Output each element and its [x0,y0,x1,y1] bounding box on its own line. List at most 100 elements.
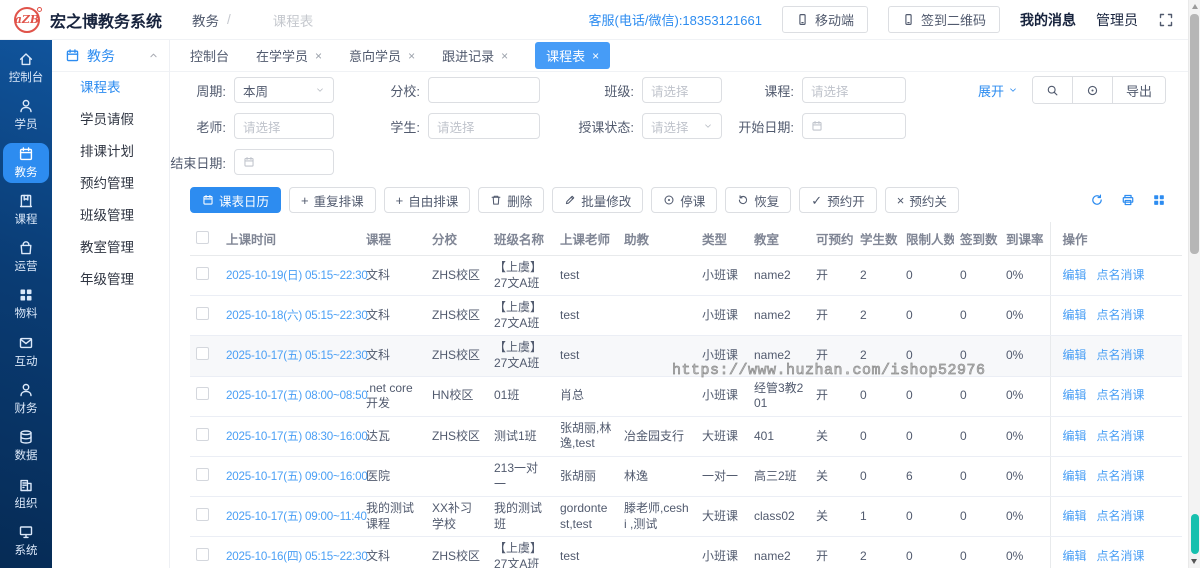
tab-dashboard[interactable]: 控制台 [190,46,229,65]
period-select[interactable]: 本周 [234,77,334,103]
fullscreen-icon[interactable] [1158,12,1174,28]
vertical-scrollbar[interactable] [1188,0,1200,568]
lesson-time-link[interactable]: 2025-10-17(五) 05:15~22:30 [226,349,368,362]
course-input[interactable]: 请选择 [802,77,906,103]
rollcall-link[interactable]: 点名消课 [1097,268,1145,282]
rail-item-academic[interactable]: 教务 [3,142,49,183]
teacher-input[interactable]: 请选择 [234,113,334,139]
export-button[interactable]: 导出 [1111,77,1165,103]
submenu-item-lesson-plan[interactable]: 排课计划 [52,136,169,168]
lesson-time-link[interactable]: 2025-10-17(五) 08:30~16:00 [226,430,368,443]
row-checkbox[interactable] [196,347,209,361]
rail-item-dashboard[interactable]: 控制台 [3,48,49,88]
rail-item-interaction[interactable]: 互动 [3,332,49,372]
row-checkbox[interactable] [196,467,209,481]
suspend-button[interactable]: 停课 [651,187,718,213]
tab-prospect-students[interactable]: 意向学员 × [349,46,415,65]
mobile-app-button[interactable]: 移动端 [781,6,868,33]
my-messages-link[interactable]: 我的消息 [1020,10,1076,30]
calendar-view-button[interactable]: 课表日历 [190,187,282,213]
row-checkbox[interactable] [196,507,209,521]
expand-filters-link[interactable]: 展开 [978,81,1018,100]
breadcrumb-item[interactable]: 课程表 [273,10,314,30]
rail-item-operation[interactable]: 运营 [3,237,49,277]
edit-link[interactable]: 编辑 [1063,469,1087,483]
tab-schedule[interactable]: 课程表 × [535,42,611,69]
rollcall-link[interactable]: 点名消课 [1097,388,1145,402]
restore-button[interactable]: 恢复 [725,187,792,213]
booking-on-button[interactable]: ✓ 预约开 [799,187,877,213]
signin-qrcode-button[interactable]: 签到二维码 [887,6,1000,33]
teach-status-select[interactable]: 请选择 [642,113,722,139]
close-icon[interactable]: × [501,50,508,62]
close-icon[interactable]: × [315,50,322,62]
close-icon[interactable]: × [592,50,599,62]
grid4-icon[interactable] [1152,193,1166,207]
class-input[interactable]: 请选择 [642,77,722,103]
close-icon[interactable]: × [408,50,415,62]
lesson-time-link[interactable]: 2025-10-19(日) 05:15~22:30 [226,269,368,282]
free-schedule-button[interactable]: + 自由排课 [383,187,471,213]
start-date-input[interactable] [802,113,906,139]
lesson-time-link[interactable]: 2025-10-17(五) 08:00~08:50 [226,389,368,402]
support-contact-link[interactable]: 客服(电话/微信):18353121661 [589,10,762,29]
end-date-input[interactable] [234,149,334,175]
breadcrumb-item[interactable]: 教务 [192,10,219,30]
scrollbar-thumb[interactable] [1190,14,1199,254]
row-checkbox[interactable] [196,548,209,562]
repeat-schedule-button[interactable]: + 重复排课 [289,187,376,213]
rollcall-link[interactable]: 点名消课 [1097,549,1145,563]
submenu-item-class-mgmt[interactable]: 班级管理 [52,200,169,232]
row-checkbox[interactable] [196,427,209,441]
rail-item-system[interactable]: 系统 [3,521,49,561]
tab-follow-records[interactable]: 跟进记录 × [442,46,508,65]
rollcall-link[interactable]: 点名消课 [1097,469,1145,483]
rollcall-link[interactable]: 点名消课 [1097,429,1145,443]
printer-icon[interactable] [1121,193,1135,207]
row-checkbox[interactable] [196,387,209,401]
select-all-checkbox[interactable] [196,230,209,244]
edit-link[interactable]: 编辑 [1063,509,1087,523]
branch-input[interactable] [428,77,540,103]
scroll-up-arrow[interactable] [1191,4,1198,9]
refresh-icon[interactable] [1090,193,1104,207]
edit-link[interactable]: 编辑 [1063,308,1087,322]
submenu-item-classroom-mgmt[interactable]: 教室管理 [52,232,169,264]
submenu-item-student-leave[interactable]: 学员请假 [52,104,169,136]
student-input[interactable]: 请选择 [428,113,540,139]
rail-item-courses[interactable]: 课程 [3,190,49,230]
lesson-time-link[interactable]: 2025-10-17(五) 09:00~16:00 [226,470,368,483]
delete-button[interactable]: 删除 [478,187,545,213]
edit-link[interactable]: 编辑 [1063,388,1087,402]
current-user-menu[interactable]: 管理员 [1096,10,1138,30]
booking-off-button[interactable]: × 预约关 [884,187,959,213]
submenu-item-schedule[interactable]: 课程表 [52,72,169,104]
submenu-header[interactable]: 教务 [52,40,169,72]
rail-item-materials[interactable]: 物料 [3,284,49,324]
lesson-time-link[interactable]: 2025-10-16(四) 05:15~22:30 [226,550,368,563]
row-checkbox[interactable] [196,266,209,280]
rollcall-link[interactable]: 点名消课 [1097,308,1145,322]
scrollbar-secondary-thumb[interactable] [1191,514,1199,554]
submenu-item-booking-mgmt[interactable]: 预约管理 [52,168,169,200]
reset-button[interactable] [1071,77,1112,103]
rollcall-link[interactable]: 点名消课 [1097,509,1145,523]
edit-link[interactable]: 编辑 [1063,549,1087,563]
submenu-item-grade-mgmt[interactable]: 年级管理 [52,264,169,296]
rollcall-link[interactable]: 点名消课 [1097,348,1145,362]
scroll-down-arrow[interactable] [1191,559,1197,564]
row-checkbox[interactable] [196,306,209,320]
lesson-time-link[interactable]: 2025-10-17(五) 09:00~11:40 [226,510,367,523]
chevron-up-icon[interactable] [148,50,159,61]
lesson-time-link[interactable]: 2025-10-18(六) 05:15~22:30 [226,309,368,322]
rail-item-data[interactable]: 数据 [3,426,49,466]
search-button[interactable] [1032,77,1072,103]
rail-item-finance[interactable]: 财务 [3,379,49,419]
batch-edit-button[interactable]: 批量修改 [552,187,644,213]
rail-item-organization[interactable]: 组织 [3,473,49,513]
edit-link[interactable]: 编辑 [1063,348,1087,362]
edit-link[interactable]: 编辑 [1063,268,1087,282]
tab-active-students[interactable]: 在学学员 × [256,46,322,65]
edit-link[interactable]: 编辑 [1063,429,1087,443]
rail-item-students[interactable]: 学员 [3,95,49,135]
